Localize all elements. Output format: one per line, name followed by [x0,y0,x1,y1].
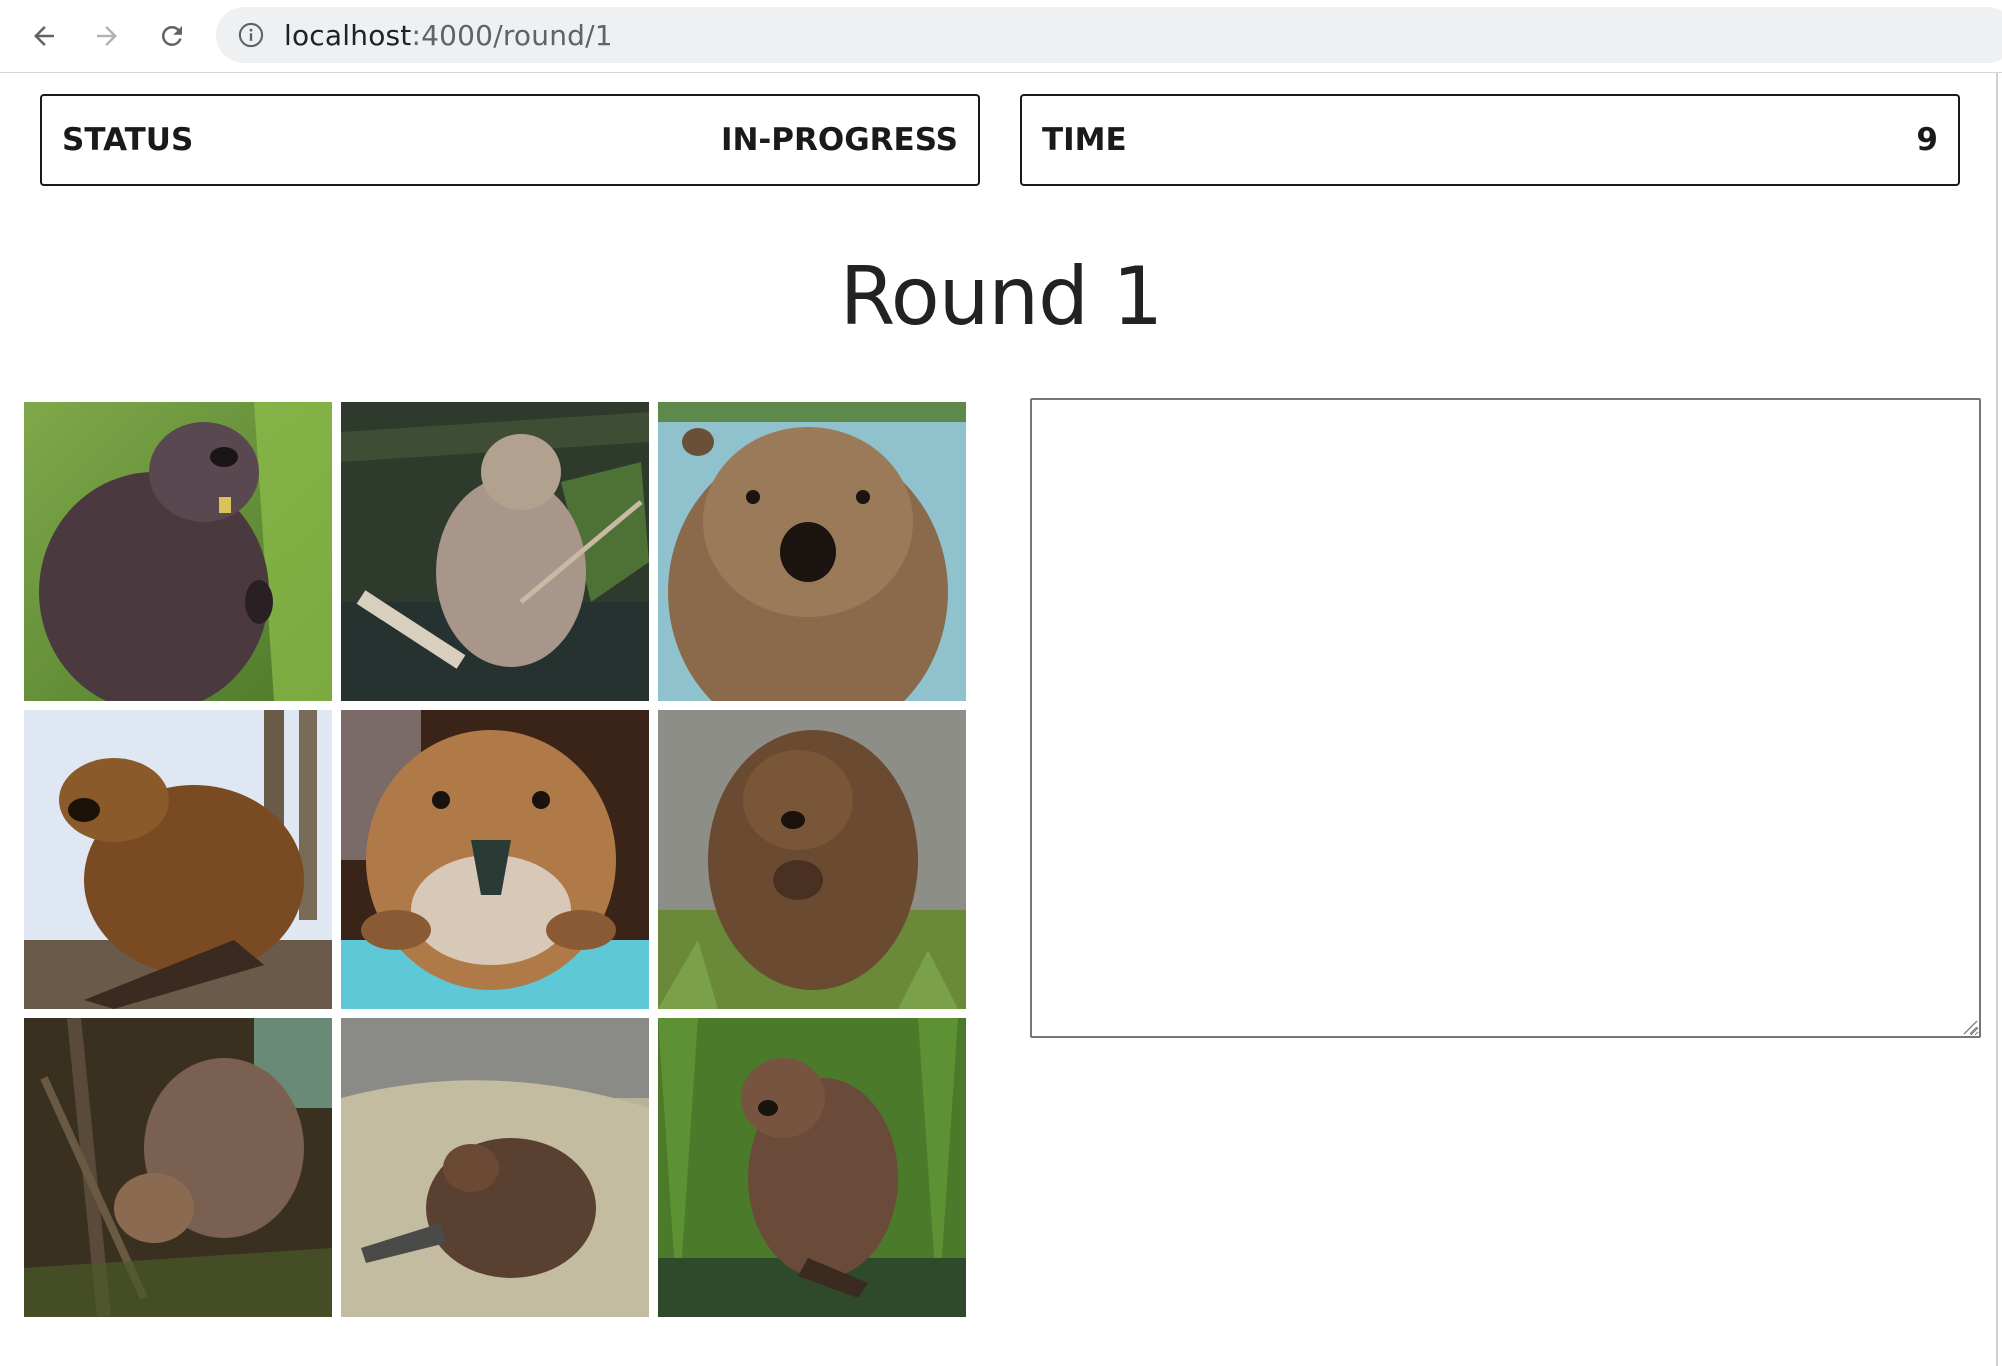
url-host: localhost [284,18,412,52]
beaver-image-5[interactable] [341,710,649,1009]
beaver-image-8[interactable] [341,1018,649,1317]
status-label: STATUS [62,122,194,158]
beaver-image-2[interactable] [341,402,649,701]
time-label: TIME [1042,122,1127,158]
url-path: :4000/round/1 [411,18,613,52]
status-value: IN-PROGRESS [720,122,958,158]
url-text: localhost:4000/round/1 [284,19,613,52]
time-value: 9 [1916,122,1938,158]
beaver-image-4[interactable] [24,710,332,1009]
address-bar[interactable]: localhost:4000/round/1 [216,7,2002,63]
beaver-image-7[interactable] [24,1018,332,1317]
arrow-right-icon [97,26,117,46]
page-title: Round 1 [839,250,1163,343]
beaver-image-9[interactable] [658,1018,966,1317]
answer-textarea[interactable] [1030,398,1981,1038]
arrow-left-icon [34,26,54,46]
back-button[interactable] [22,14,66,58]
beaver-image-6[interactable] [658,710,966,1009]
image-grid [24,402,966,1317]
info-icon[interactable] [236,20,266,50]
beaver-image-1[interactable] [24,402,332,701]
beaver-image-3[interactable] [658,402,966,701]
time-card: TIME 9 [1020,94,1960,186]
browser-toolbar: localhost:4000/round/1 [0,0,2002,73]
reload-icon [161,25,182,46]
status-card: STATUS IN-PROGRESS [40,94,980,186]
forward-button[interactable] [85,14,129,58]
reload-button[interactable] [150,14,194,58]
